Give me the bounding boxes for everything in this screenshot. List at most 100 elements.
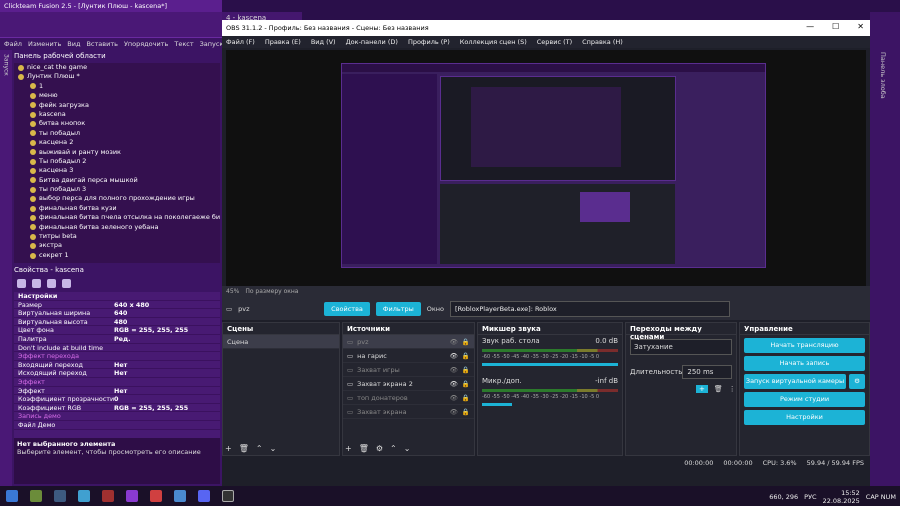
steam-icon[interactable] bbox=[54, 490, 66, 502]
property-row[interactable]: Настройки bbox=[14, 292, 220, 301]
lock-icon[interactable]: 🔒 bbox=[462, 377, 470, 391]
eye-icon[interactable]: 👁 bbox=[450, 391, 458, 405]
property-row[interactable]: Запись демо bbox=[14, 412, 220, 421]
more-icon[interactable]: ⋮ bbox=[729, 385, 736, 393]
obs-menu-item[interactable]: Сервис (T) bbox=[537, 38, 572, 46]
property-row[interactable]: Виртуальная ширина 640 bbox=[14, 309, 220, 318]
rail-label[interactable]: Панель злоба bbox=[879, 52, 887, 99]
source-item[interactable]: ▭ Захват игры 👁 🔒 bbox=[343, 363, 474, 377]
trash-icon[interactable]: 🗑 bbox=[714, 385, 723, 393]
lock-icon[interactable]: 🔒 bbox=[462, 391, 470, 405]
browser-icon[interactable] bbox=[78, 490, 90, 502]
tree-item[interactable]: секрет 1 bbox=[14, 251, 220, 260]
tree-item[interactable]: Ты побадыл 2 bbox=[14, 157, 220, 166]
gear-icon[interactable]: ⚙ bbox=[849, 374, 865, 389]
menu-arrange[interactable]: Упорядочить bbox=[124, 40, 168, 48]
obs-menu-item[interactable]: Коллекция сцен (S) bbox=[460, 38, 527, 46]
window-select[interactable]: [RobloxPlayerBeta.exe]: Roblox bbox=[450, 301, 731, 317]
obs-menu-item[interactable]: Справка (H) bbox=[582, 38, 623, 46]
zoom-mode[interactable]: По размеру окна bbox=[245, 288, 298, 296]
obs-menu-item[interactable]: Файл (F) bbox=[226, 38, 255, 46]
studio-mode-button[interactable]: Режим студии bbox=[744, 392, 865, 407]
settings-button[interactable]: Настройки bbox=[744, 410, 865, 425]
up-icon[interactable]: ⌃ bbox=[256, 444, 263, 453]
filters-button[interactable]: Фильтры bbox=[375, 302, 421, 316]
obs-icon[interactable] bbox=[222, 490, 234, 502]
obs-menu-item[interactable]: Вид (V) bbox=[311, 38, 336, 46]
trash-icon[interactable]: 🗑 bbox=[359, 444, 369, 453]
properties-button[interactable]: Свойства bbox=[324, 302, 370, 316]
tree-item[interactable]: касцена 2 bbox=[14, 138, 220, 147]
tree-item[interactable]: касцена 3 bbox=[14, 166, 220, 175]
tree-item[interactable]: меню bbox=[14, 91, 220, 100]
app-icon[interactable] bbox=[102, 490, 114, 502]
start-record-button[interactable]: Начать запись bbox=[744, 356, 865, 371]
source-item[interactable]: ▭ Захват экрана 2 👁 🔒 bbox=[343, 377, 474, 391]
property-row[interactable]: Эффект bbox=[14, 378, 220, 387]
tree-item[interactable]: финальная битва пчела отсылка на поколег… bbox=[14, 213, 220, 222]
minimize-icon[interactable]: — bbox=[806, 22, 814, 31]
property-row[interactable]: Виртуальная высота 480 bbox=[14, 318, 220, 327]
scene-item[interactable]: Сцена bbox=[223, 335, 339, 349]
add-transition-icon[interactable]: + bbox=[696, 385, 708, 393]
property-row[interactable]: Коэффициент прозрачности 0 bbox=[14, 395, 220, 404]
fusion-toolbar[interactable] bbox=[0, 12, 222, 38]
property-row[interactable]: Размер 640 x 480 bbox=[14, 301, 220, 310]
chrome-icon[interactable] bbox=[174, 490, 186, 502]
ch2-volume-slider[interactable] bbox=[482, 403, 512, 406]
game-icon[interactable] bbox=[150, 490, 162, 502]
zoom-level[interactable]: 45% bbox=[226, 288, 239, 296]
menu-file[interactable]: Файл bbox=[4, 40, 22, 48]
property-row[interactable]: Файл Демо bbox=[14, 421, 220, 430]
info-icon[interactable] bbox=[62, 279, 71, 288]
property-row[interactable]: Эффект Нет bbox=[14, 387, 220, 396]
tree-item[interactable]: kascena bbox=[14, 110, 220, 119]
source-item[interactable]: ▭ pvz 👁 🔒 bbox=[343, 335, 474, 349]
menu-edit[interactable]: Изменить bbox=[28, 40, 61, 48]
preview-canvas[interactable] bbox=[226, 50, 866, 286]
gear-icon[interactable]: ⚙ bbox=[376, 444, 383, 453]
minecraft-icon[interactable] bbox=[30, 490, 42, 502]
down-icon[interactable]: ⌄ bbox=[270, 444, 277, 453]
up-icon[interactable]: ⌃ bbox=[390, 444, 397, 453]
eye-icon[interactable]: 👁 bbox=[450, 335, 458, 349]
discord-icon[interactable] bbox=[198, 490, 210, 502]
property-row[interactable]: Входящий переход Нет bbox=[14, 361, 220, 370]
close-icon[interactable]: ✕ bbox=[857, 22, 864, 31]
add-icon[interactable]: + bbox=[345, 444, 352, 453]
add-icon[interactable]: + bbox=[225, 444, 232, 453]
tree-item[interactable]: Битва двигай перса мышкой bbox=[14, 176, 220, 185]
property-row[interactable]: Don't include at build time bbox=[14, 344, 220, 353]
menu-text[interactable]: Текст bbox=[174, 40, 193, 48]
obs-menu-item[interactable]: Док-панели (D) bbox=[346, 38, 398, 46]
property-row[interactable]: Коэффициент RGB RGB = 255, 255, 255 bbox=[14, 404, 220, 413]
ch1-volume-slider[interactable] bbox=[482, 363, 618, 366]
tree-item[interactable]: ты побадыл 3 bbox=[14, 185, 220, 194]
eye-icon[interactable]: 👁 bbox=[450, 363, 458, 377]
lock-icon[interactable]: 🔒 bbox=[462, 335, 470, 349]
property-row[interactable]: Исходящий переход Нет bbox=[14, 369, 220, 378]
property-row[interactable]: Палитра Ред. bbox=[14, 335, 220, 344]
eye-icon[interactable]: 👁 bbox=[450, 377, 458, 391]
lock-icon[interactable]: 🔒 bbox=[462, 349, 470, 363]
menu-run[interactable]: Запуск bbox=[200, 40, 224, 48]
tree-item[interactable]: 1 bbox=[14, 82, 220, 91]
tree-item[interactable]: экстра bbox=[14, 241, 220, 250]
virtual-cam-button[interactable]: Запуск виртуальной камеры bbox=[744, 374, 846, 389]
tree-item[interactable]: финальная битва кузи bbox=[14, 204, 220, 213]
source-item[interactable]: ▭ Захват экрана 👁 🔒 bbox=[343, 405, 474, 419]
tree-item[interactable]: битва кнопок bbox=[14, 119, 220, 128]
maximize-icon[interactable]: ☐ bbox=[832, 22, 839, 31]
start-stream-button[interactable]: Начать трансляцию bbox=[744, 338, 865, 353]
tree-item[interactable]: nice_cat the game bbox=[14, 63, 220, 72]
down-icon[interactable]: ⌄ bbox=[404, 444, 411, 453]
trash-icon[interactable]: 🗑 bbox=[239, 444, 249, 453]
run-icon[interactable] bbox=[32, 279, 41, 288]
tree-item[interactable]: ты побадыл bbox=[14, 129, 220, 138]
tree-item[interactable]: Лунтик Плюш * bbox=[14, 72, 220, 81]
fusion-icon[interactable] bbox=[126, 490, 138, 502]
lock-icon[interactable]: 🔒 bbox=[462, 405, 470, 419]
transition-select[interactable]: Затухание bbox=[630, 339, 732, 355]
clock[interactable]: 15:52 22.08.2025 bbox=[823, 489, 860, 505]
source-item[interactable]: ▭ топ донатеров 👁 🔒 bbox=[343, 391, 474, 405]
